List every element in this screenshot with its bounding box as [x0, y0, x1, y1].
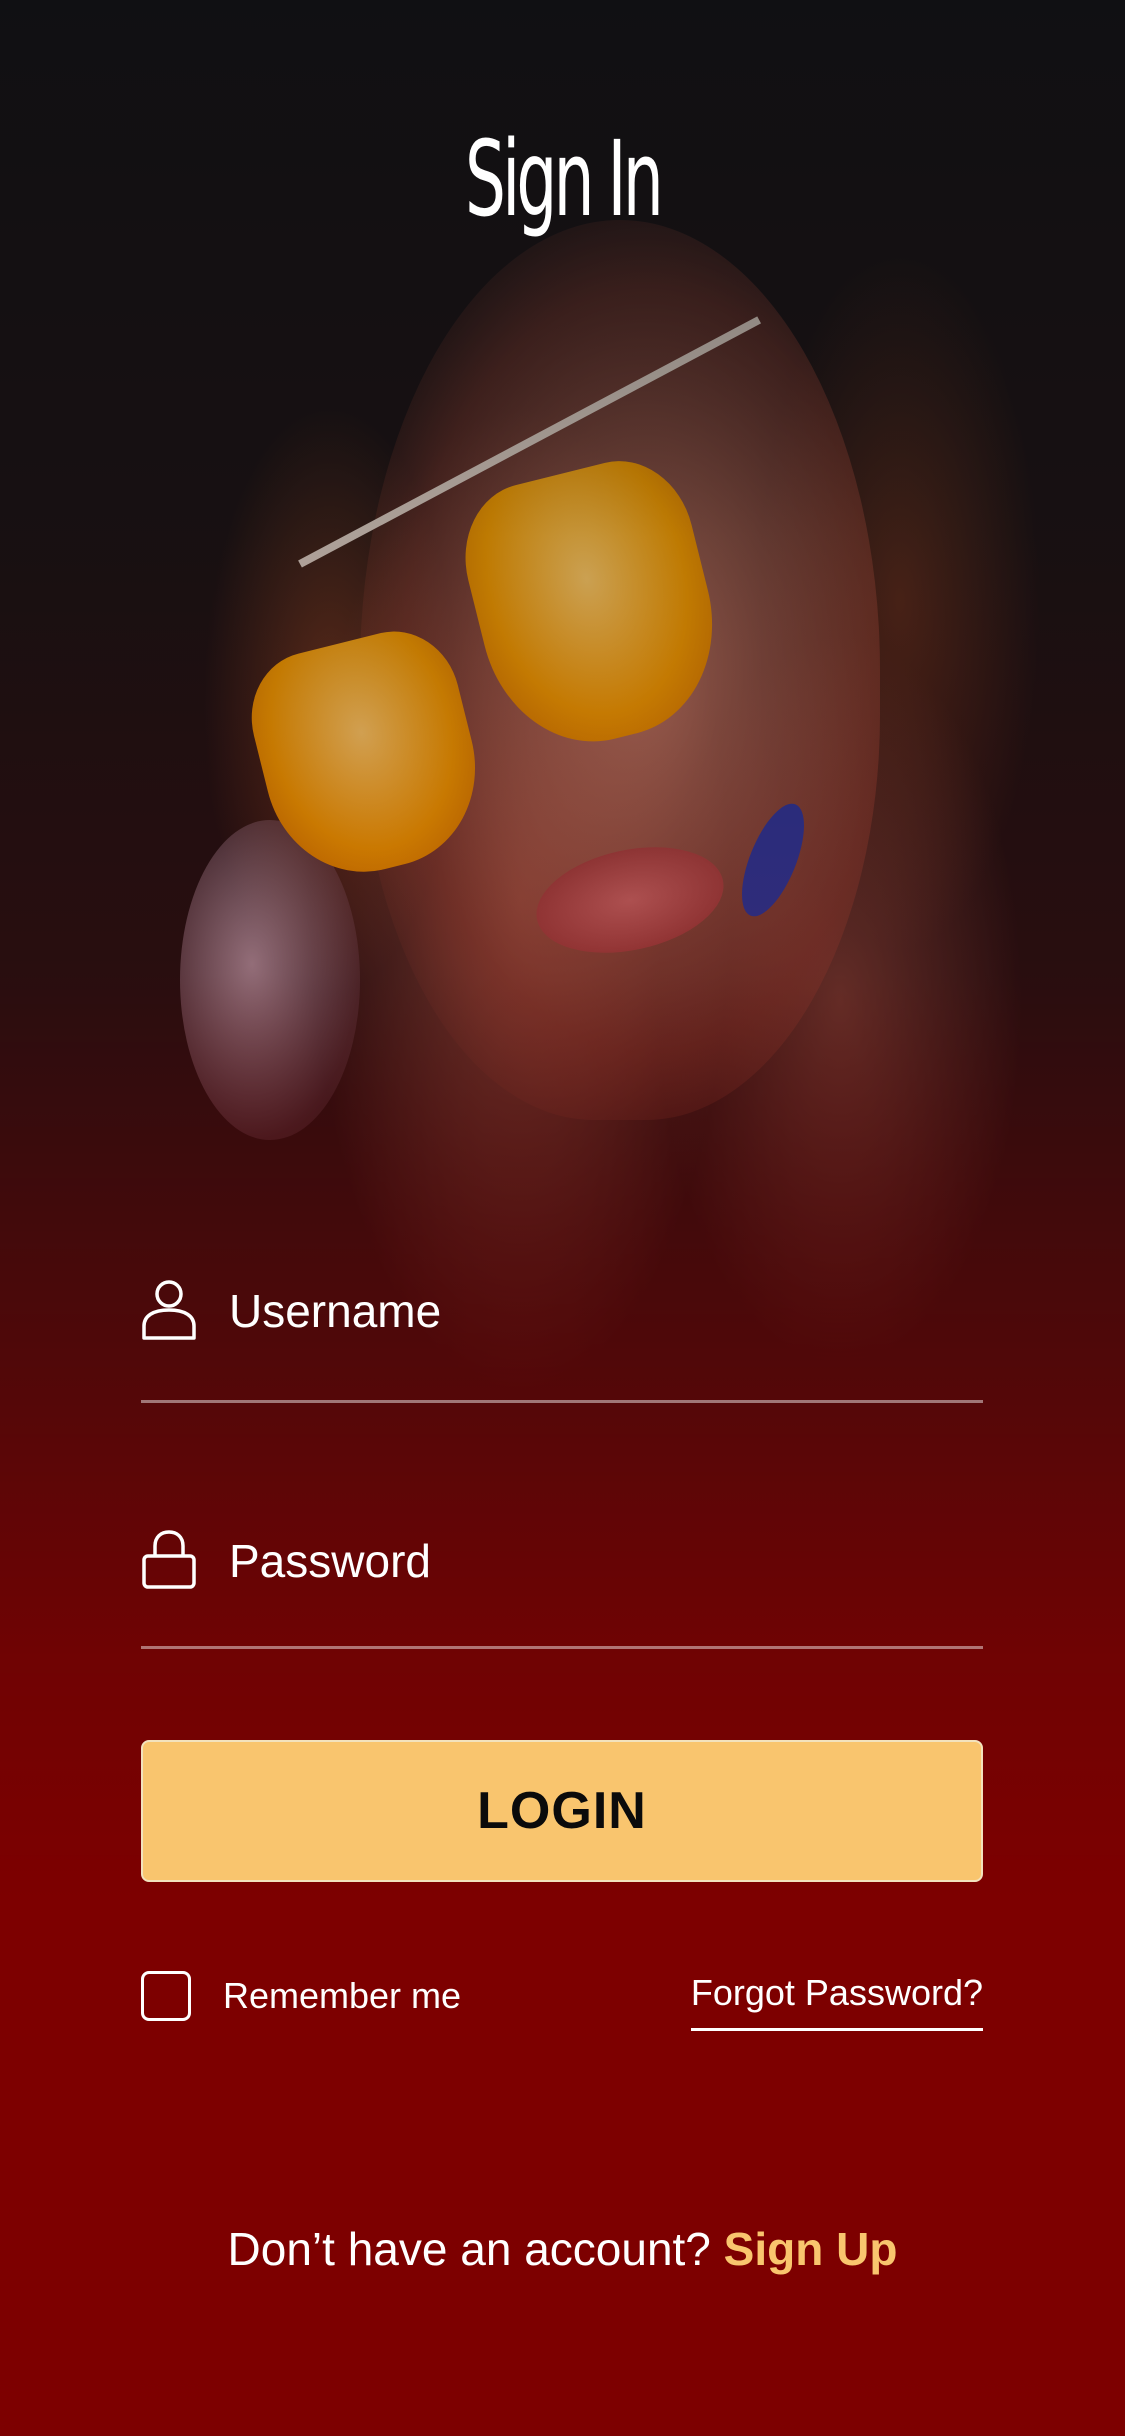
remember-me-label: Remember me	[223, 1975, 462, 2016]
forgot-password-link[interactable]: Forgot Password?	[690, 1972, 983, 2031]
signup-prompt: Don’t have an account? Sign Up	[0, 2222, 1125, 2276]
remember-me-row[interactable]: Remember me	[141, 1968, 461, 2024]
password-underline	[141, 1646, 983, 1649]
password-input[interactable]: Password	[229, 1534, 431, 1588]
password-field[interactable]: Password	[141, 1520, 983, 1660]
background-gradient-overlay	[0, 0, 1125, 2436]
username-field[interactable]: Username	[141, 1270, 983, 1410]
sign-in-screen: Sign In Username Password LOGIN Remember…	[0, 0, 1125, 2436]
page-title: Sign In	[465, 118, 664, 240]
user-icon	[142, 1280, 196, 1340]
remember-me-checkbox[interactable]	[141, 1971, 191, 2021]
login-button[interactable]: LOGIN	[141, 1740, 983, 1882]
lock-icon	[142, 1530, 196, 1589]
username-underline	[141, 1400, 983, 1403]
signup-link[interactable]: Sign Up	[724, 2223, 898, 2275]
signup-prompt-text: Don’t have an account?	[227, 2223, 711, 2275]
username-input[interactable]: Username	[229, 1284, 441, 1338]
